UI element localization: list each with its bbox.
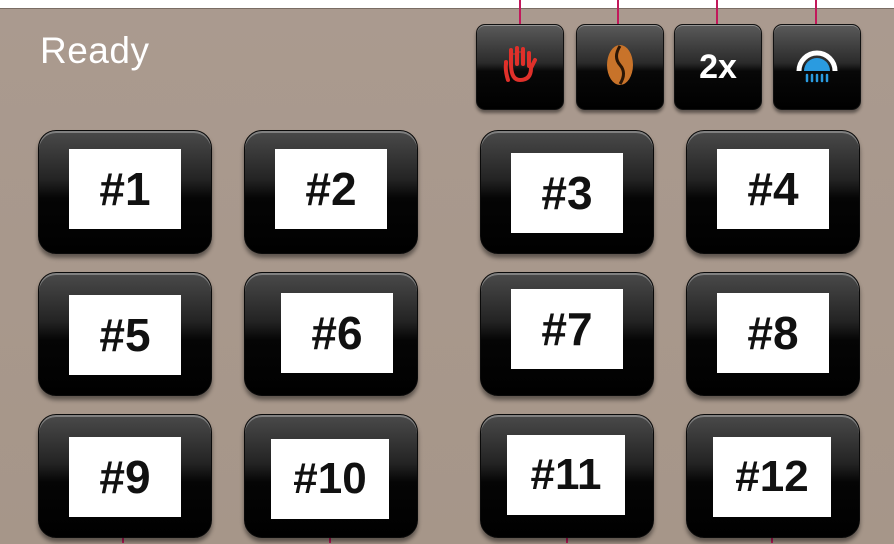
- drink-label: #6: [311, 307, 363, 359]
- double-button[interactable]: 2x: [674, 24, 762, 110]
- drink-label: #11: [530, 450, 602, 499]
- drink-label-card: #11: [507, 435, 625, 515]
- callout-line: [716, 0, 718, 24]
- drink-button-1[interactable]: #1: [38, 130, 212, 254]
- drink-label-card: #7: [511, 289, 623, 369]
- drink-button-8[interactable]: #8: [686, 272, 860, 396]
- drink-button-6[interactable]: #6: [244, 272, 418, 396]
- drink-button-11[interactable]: #11: [480, 414, 654, 538]
- double-button-label: 2x: [699, 47, 737, 86]
- status-text: Ready: [40, 30, 150, 71]
- drink-label-card: #9: [69, 437, 181, 517]
- drink-label-card: #5: [69, 295, 181, 375]
- drink-label-card: #8: [717, 293, 829, 373]
- drink-button-3[interactable]: #3: [480, 130, 654, 254]
- drink-label: #3: [541, 167, 593, 219]
- callout-line: [617, 0, 619, 24]
- drink-label: #12: [735, 452, 809, 501]
- bean-button[interactable]: [576, 24, 664, 110]
- drink-button-12[interactable]: #12: [686, 414, 860, 538]
- drink-label-card: #2: [275, 149, 387, 229]
- drink-label: #5: [99, 309, 151, 361]
- drink-label-card: #12: [713, 437, 831, 517]
- drink-button-7[interactable]: #7: [480, 272, 654, 396]
- rinse-button[interactable]: [773, 24, 861, 110]
- coffee-bean-icon: [598, 39, 642, 96]
- stop-button[interactable]: [476, 24, 564, 110]
- top-strip: [0, 0, 894, 8]
- drink-button-9[interactable]: #9: [38, 414, 212, 538]
- drink-label: #9: [99, 451, 151, 503]
- drink-label: #7: [541, 303, 593, 355]
- drink-button-4[interactable]: #4: [686, 130, 860, 254]
- drink-label-card: #3: [511, 153, 623, 233]
- drink-label: #1: [99, 163, 151, 215]
- drink-button-5[interactable]: #5: [38, 272, 212, 396]
- drink-label: #4: [747, 163, 799, 215]
- drink-label-card: #1: [69, 149, 181, 229]
- drink-button-2[interactable]: #2: [244, 130, 418, 254]
- drink-label-card: #4: [717, 149, 829, 229]
- drink-label: #2: [305, 163, 357, 215]
- drink-label-card: #6: [281, 293, 393, 373]
- drink-label-card: #10: [271, 439, 389, 519]
- drink-button-10[interactable]: #10: [244, 414, 418, 538]
- callout-line: [815, 0, 817, 24]
- callout-line: [519, 0, 521, 24]
- drink-label: #8: [747, 307, 799, 359]
- drink-label: #10: [293, 454, 367, 503]
- rinse-shower-icon: [793, 43, 841, 92]
- stop-hand-icon: [495, 40, 545, 95]
